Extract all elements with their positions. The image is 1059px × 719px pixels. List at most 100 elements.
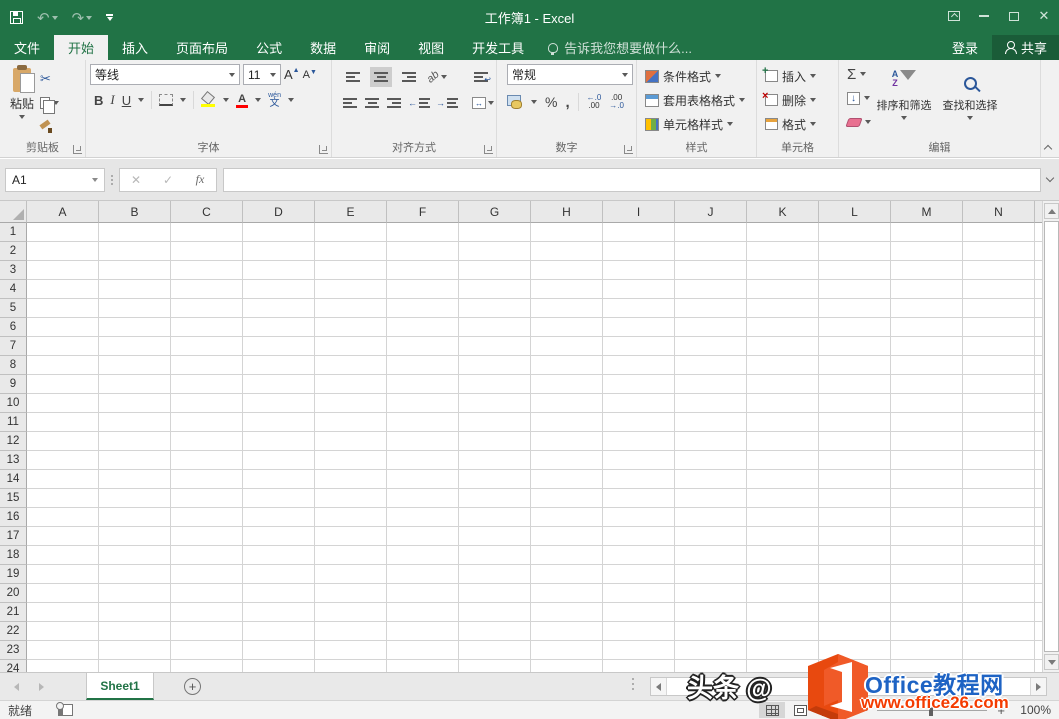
cell-K9[interactable]	[747, 375, 819, 394]
cell-partial-24[interactable]	[1035, 660, 1042, 672]
cell-K15[interactable]	[747, 489, 819, 508]
cell-N10[interactable]	[963, 394, 1035, 413]
cell-D15[interactable]	[243, 489, 315, 508]
cell-C5[interactable]	[171, 299, 243, 318]
cell-N23[interactable]	[963, 641, 1035, 660]
cell-L1[interactable]	[819, 223, 891, 242]
cell-G15[interactable]	[459, 489, 531, 508]
row-header-16[interactable]: 16	[0, 508, 27, 527]
cell-L21[interactable]	[819, 603, 891, 622]
cell-K14[interactable]	[747, 470, 819, 489]
cell-F17[interactable]	[387, 527, 459, 546]
cell-M5[interactable]	[891, 299, 963, 318]
row-header-6[interactable]: 6	[0, 318, 27, 337]
cell-C18[interactable]	[171, 546, 243, 565]
wrap-text-button[interactable]: ↩	[470, 67, 492, 87]
cell-N15[interactable]	[963, 489, 1035, 508]
cell-K7[interactable]	[747, 337, 819, 356]
cell-K4[interactable]	[747, 280, 819, 299]
cell-L7[interactable]	[819, 337, 891, 356]
cell-F19[interactable]	[387, 565, 459, 584]
cell-N2[interactable]	[963, 242, 1035, 261]
cell-E11[interactable]	[315, 413, 387, 432]
tab-开始[interactable]: 开始	[54, 35, 108, 60]
decrease-decimal-button[interactable]: .00→.0	[609, 94, 624, 110]
cell-N3[interactable]	[963, 261, 1035, 280]
cell-E19[interactable]	[315, 565, 387, 584]
cell-styles-button[interactable]: 单元格样式	[641, 112, 754, 136]
column-header-H[interactable]: H	[531, 201, 603, 223]
cell-I21[interactable]	[603, 603, 675, 622]
format-cells-button[interactable]: 格式	[761, 112, 836, 136]
cell-J20[interactable]	[675, 584, 747, 603]
cell-partial-7[interactable]	[1035, 337, 1042, 356]
cell-C24[interactable]	[171, 660, 243, 672]
accounting-dropdown-icon[interactable]	[531, 100, 537, 104]
cell-partial-14[interactable]	[1035, 470, 1042, 489]
cell-E18[interactable]	[315, 546, 387, 565]
cell-E2[interactable]	[315, 242, 387, 261]
cell-D19[interactable]	[243, 565, 315, 584]
cell-F5[interactable]	[387, 299, 459, 318]
cell-E4[interactable]	[315, 280, 387, 299]
cell-G6[interactable]	[459, 318, 531, 337]
cell-K3[interactable]	[747, 261, 819, 280]
percent-style-button[interactable]: %	[545, 94, 557, 110]
cell-E8[interactable]	[315, 356, 387, 375]
save-button[interactable]	[10, 11, 23, 24]
cell-I13[interactable]	[603, 451, 675, 470]
cell-M2[interactable]	[891, 242, 963, 261]
scroll-down-button[interactable]	[1044, 654, 1059, 670]
cell-F15[interactable]	[387, 489, 459, 508]
cell-D8[interactable]	[243, 356, 315, 375]
cell-J22[interactable]	[675, 622, 747, 641]
cell-A8[interactable]	[27, 356, 99, 375]
cell-C15[interactable]	[171, 489, 243, 508]
column-header-N[interactable]: N	[963, 201, 1035, 223]
align-bottom-button[interactable]	[398, 67, 420, 87]
cell-L5[interactable]	[819, 299, 891, 318]
row-header-7[interactable]: 7	[0, 337, 27, 356]
row-header-13[interactable]: 13	[0, 451, 27, 470]
cell-D11[interactable]	[243, 413, 315, 432]
align-middle-button[interactable]	[370, 67, 392, 87]
cell-H11[interactable]	[531, 413, 603, 432]
cell-partial-10[interactable]	[1035, 394, 1042, 413]
cell-J17[interactable]	[675, 527, 747, 546]
undo-button[interactable]: ↶	[37, 9, 58, 27]
column-header-A[interactable]: A	[27, 201, 99, 223]
scroll-right-button[interactable]	[1030, 678, 1046, 695]
cell-A14[interactable]	[27, 470, 99, 489]
cell-C2[interactable]	[171, 242, 243, 261]
column-header-G[interactable]: G	[459, 201, 531, 223]
row-header-1[interactable]: 1	[0, 223, 27, 242]
cell-H6[interactable]	[531, 318, 603, 337]
cell-G21[interactable]	[459, 603, 531, 622]
cell-M23[interactable]	[891, 641, 963, 660]
sheet-tab-sheet1[interactable]: Sheet1	[86, 673, 154, 700]
cell-B19[interactable]	[99, 565, 171, 584]
cell-J12[interactable]	[675, 432, 747, 451]
cell-J18[interactable]	[675, 546, 747, 565]
increase-decimal-button[interactable]: ←.0.00	[587, 94, 602, 110]
cell-F7[interactable]	[387, 337, 459, 356]
decrease-indent-button[interactable]: ←	[408, 93, 430, 113]
cell-F20[interactable]	[387, 584, 459, 603]
cell-I4[interactable]	[603, 280, 675, 299]
number-format-combo[interactable]: 常规	[507, 64, 633, 85]
row-header-20[interactable]: 20	[0, 584, 27, 603]
cell-B24[interactable]	[99, 660, 171, 672]
cell-G3[interactable]	[459, 261, 531, 280]
tab-视图[interactable]: 视图	[404, 35, 458, 60]
cell-H10[interactable]	[531, 394, 603, 413]
cell-A9[interactable]	[27, 375, 99, 394]
cell-I16[interactable]	[603, 508, 675, 527]
vertical-scroll-thumb[interactable]	[1044, 221, 1059, 652]
cell-K10[interactable]	[747, 394, 819, 413]
cell-H12[interactable]	[531, 432, 603, 451]
cell-H22[interactable]	[531, 622, 603, 641]
cell-B10[interactable]	[99, 394, 171, 413]
cell-A11[interactable]	[27, 413, 99, 432]
cell-D13[interactable]	[243, 451, 315, 470]
cell-L15[interactable]	[819, 489, 891, 508]
